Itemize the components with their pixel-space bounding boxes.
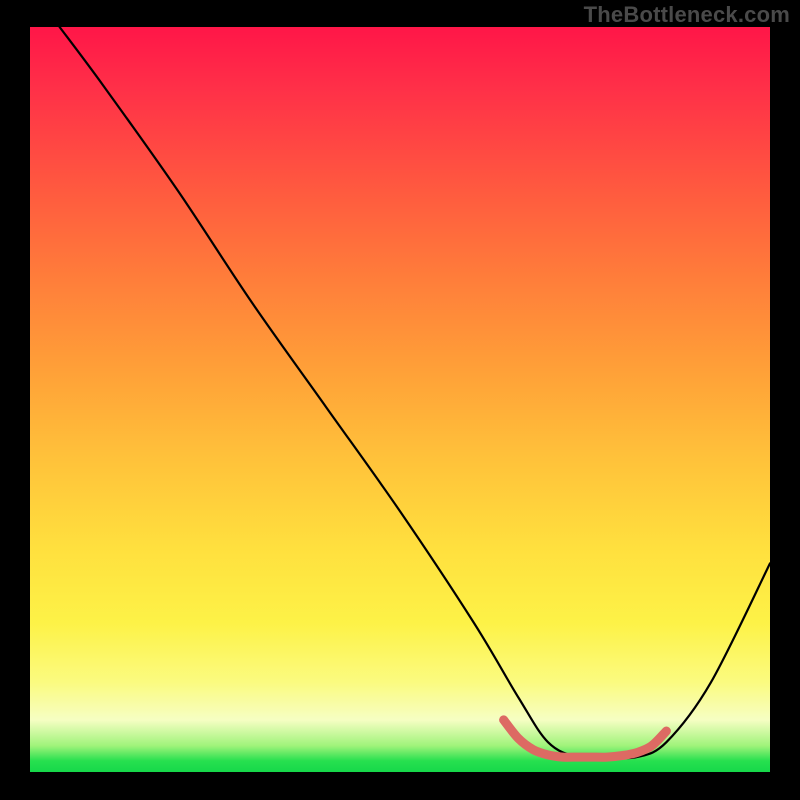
chart-svg: [30, 27, 770, 772]
trough-highlight: [504, 720, 667, 757]
plot-area: [30, 27, 770, 772]
bottleneck-curve: [60, 27, 770, 758]
chart-frame: TheBottleneck.com: [0, 0, 800, 800]
watermark-text: TheBottleneck.com: [584, 2, 790, 28]
